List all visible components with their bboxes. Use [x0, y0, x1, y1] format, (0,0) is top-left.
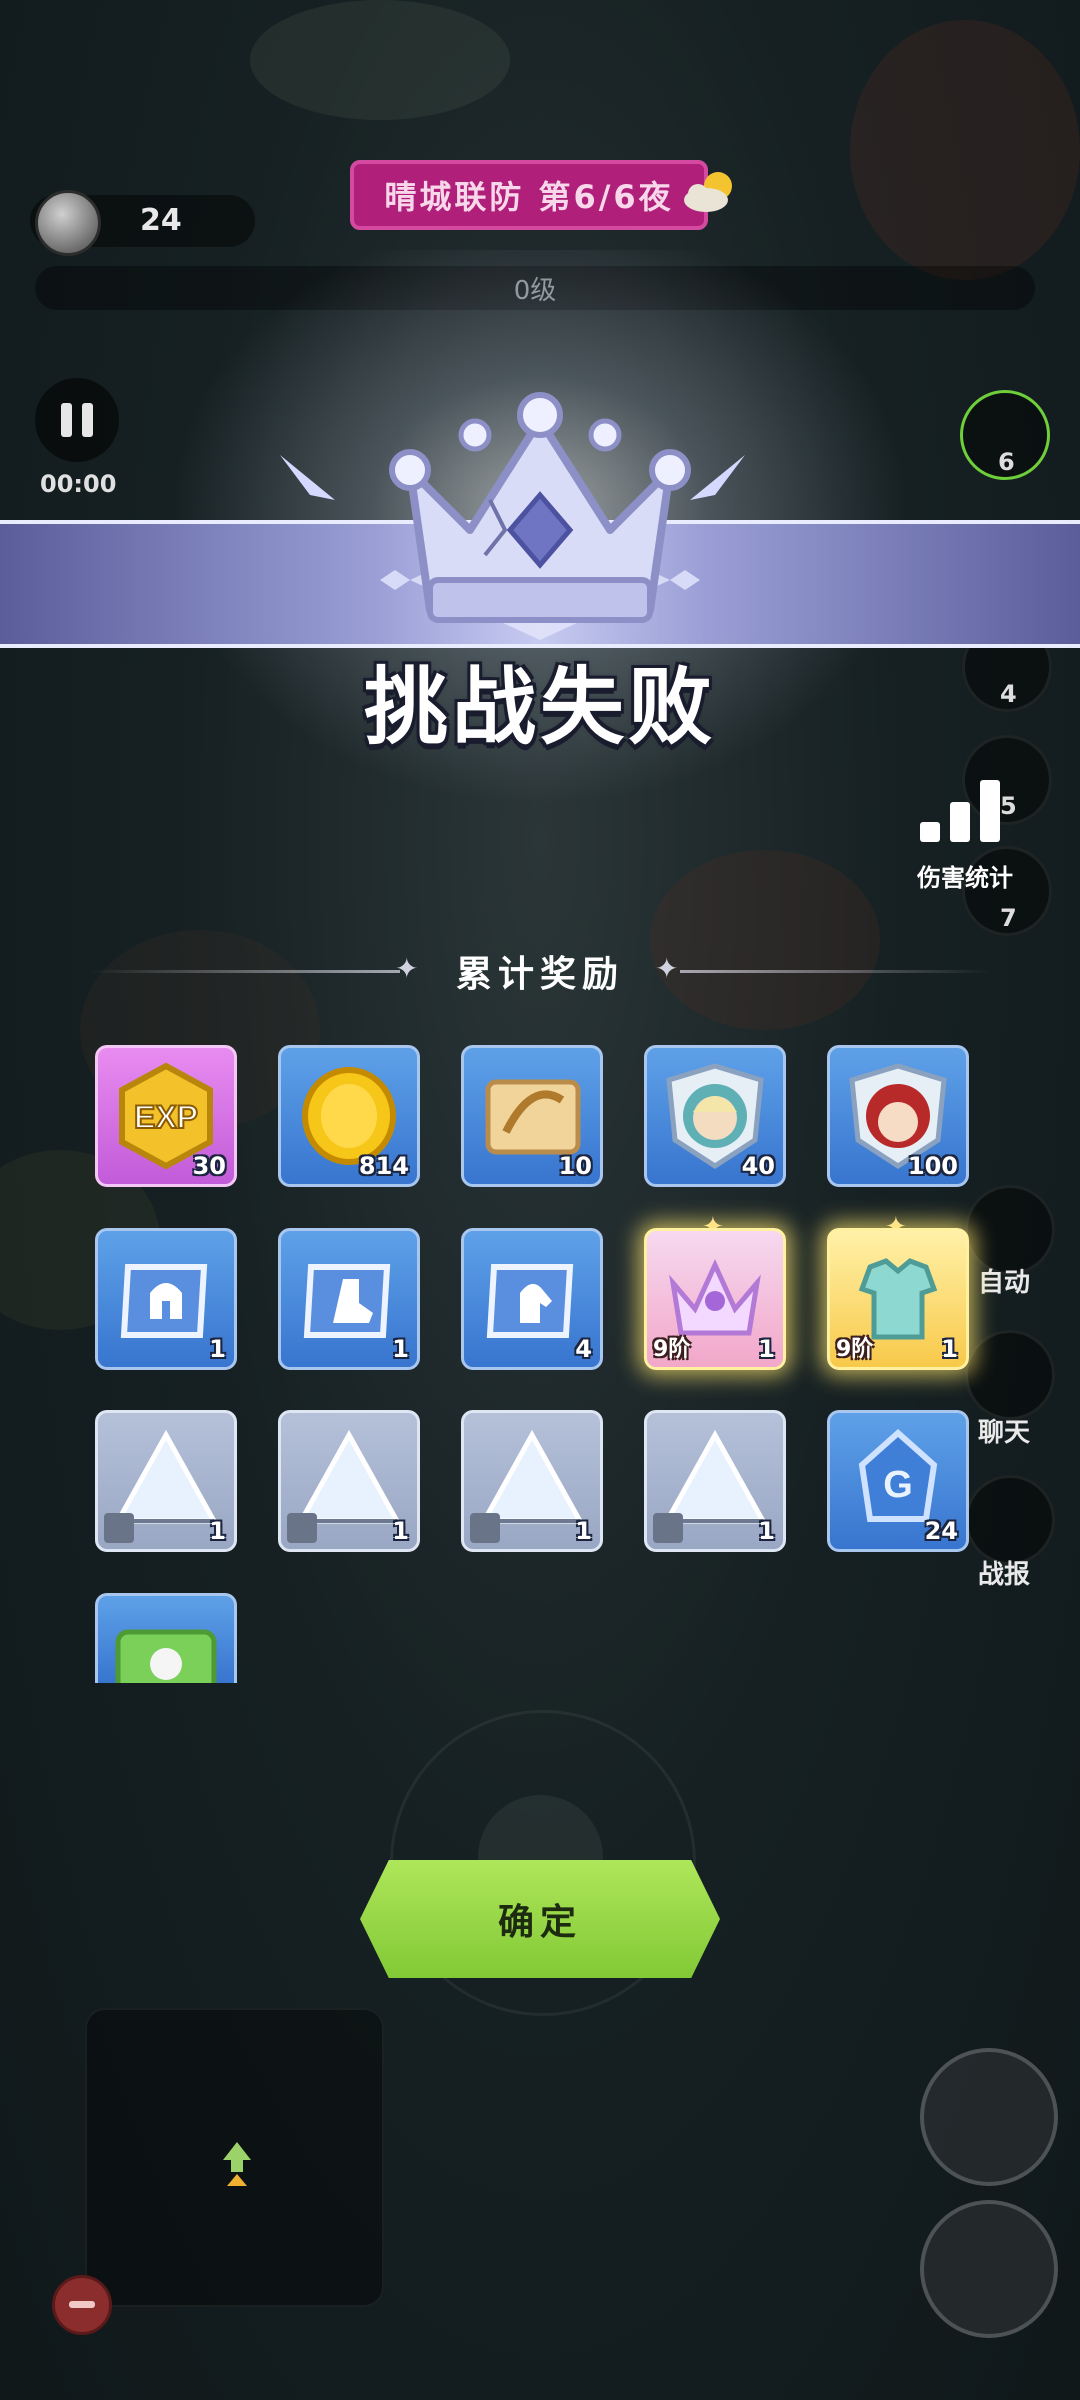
- rewards-title: 累计奖励: [455, 954, 624, 995]
- shard-decor: [280, 455, 335, 500]
- reward-count: 1: [758, 1517, 775, 1545]
- hand-icon: [653, 1513, 683, 1543]
- reward-count: 1: [392, 1335, 409, 1363]
- glove-icon: [470, 1513, 500, 1543]
- reward-tile[interactable]: 1: [461, 1410, 603, 1552]
- svg-text:G: G: [883, 1464, 913, 1506]
- reward-tile[interactable]: [95, 1593, 237, 1683]
- pause-button[interactable]: [35, 378, 119, 462]
- reward-count: 814: [358, 1152, 409, 1180]
- reward-tile[interactable]: 4: [461, 1228, 603, 1370]
- game-timer: 00:00: [40, 470, 117, 498]
- reward-count: 1: [758, 1335, 775, 1363]
- reward-tile[interactable]: 40: [644, 1045, 786, 1187]
- reward-tile[interactable]: 10: [461, 1045, 603, 1187]
- reward-count: 1: [392, 1517, 409, 1545]
- reward-tile[interactable]: EXP 30: [95, 1045, 237, 1187]
- minimap-marker-icon: [223, 2142, 251, 2186]
- weather-cloud-icon: [684, 172, 732, 212]
- silver-coin-icon: [35, 190, 101, 256]
- green-ticket-icon: [115, 1629, 217, 1683]
- reward-count: 100: [907, 1152, 958, 1180]
- reward-tile[interactable]: 1: [644, 1410, 786, 1552]
- svg-text:EXP: EXP: [134, 1099, 198, 1135]
- reward-tile[interactable]: G 24: [827, 1410, 969, 1552]
- chat-label: 聊天: [978, 1418, 1031, 1448]
- reward-count: 10: [558, 1152, 592, 1180]
- battle-report-button[interactable]: [965, 1475, 1055, 1565]
- reward-count: 30: [192, 1152, 226, 1180]
- chat-button[interactable]: [965, 1330, 1055, 1420]
- reward-count: 24: [924, 1517, 958, 1545]
- reward-grade: 9阶: [653, 1337, 691, 1362]
- reward-tile[interactable]: 1: [278, 1228, 420, 1370]
- glove-scroll-icon: [486, 1264, 574, 1338]
- bar-chart-icon: [920, 780, 1010, 842]
- damage-stats-label: 伤害统计: [917, 864, 1013, 892]
- stage-banner: 晴城联防 第6/6夜: [350, 160, 708, 230]
- reward-tile[interactable]: 9阶 1: [827, 1228, 969, 1370]
- fail-title: 挑战失败: [363, 658, 716, 756]
- reward-tile[interactable]: 100: [827, 1045, 969, 1187]
- shirt-icon: [104, 1513, 134, 1543]
- reward-count: 1: [209, 1517, 226, 1545]
- reward-count: 4: [575, 1335, 592, 1363]
- pause-icon: [61, 403, 72, 437]
- reward-tile[interactable]: 1: [95, 1410, 237, 1552]
- reward-count: 40: [741, 1152, 775, 1180]
- confirm-button[interactable]: 确定: [360, 1860, 720, 1978]
- reward-count: 1: [941, 1335, 958, 1363]
- reward-tile[interactable]: 1: [278, 1410, 420, 1552]
- reward-tile[interactable]: 1: [95, 1228, 237, 1370]
- boot-icon: [287, 1513, 317, 1543]
- minimap[interactable]: [85, 2008, 384, 2307]
- coin-count: 24: [140, 203, 182, 238]
- hero-slot-count: 6: [998, 448, 1015, 476]
- reward-grade: 9阶: [836, 1337, 874, 1362]
- broken-crown-icon: [389, 392, 691, 623]
- reward-count: 1: [575, 1517, 592, 1545]
- zoom-out-button[interactable]: [52, 2275, 112, 2335]
- reward-count: 1: [209, 1335, 226, 1363]
- attack-skill-button[interactable]: [920, 2200, 1058, 2338]
- hero-slot-count: 7: [1000, 904, 1017, 932]
- reward-tile[interactable]: 9阶 1: [644, 1228, 786, 1370]
- helmet-scroll-icon: [120, 1264, 208, 1338]
- boot-scroll-icon: [303, 1264, 391, 1338]
- horse-skill-button[interactable]: [920, 2048, 1058, 2186]
- battle-report-label: 战报: [978, 1560, 1031, 1590]
- reward-tile[interactable]: 814: [278, 1045, 420, 1187]
- auto-label: 自动: [978, 1268, 1031, 1298]
- damage-stats-button[interactable]: 伤害统计: [900, 780, 1020, 892]
